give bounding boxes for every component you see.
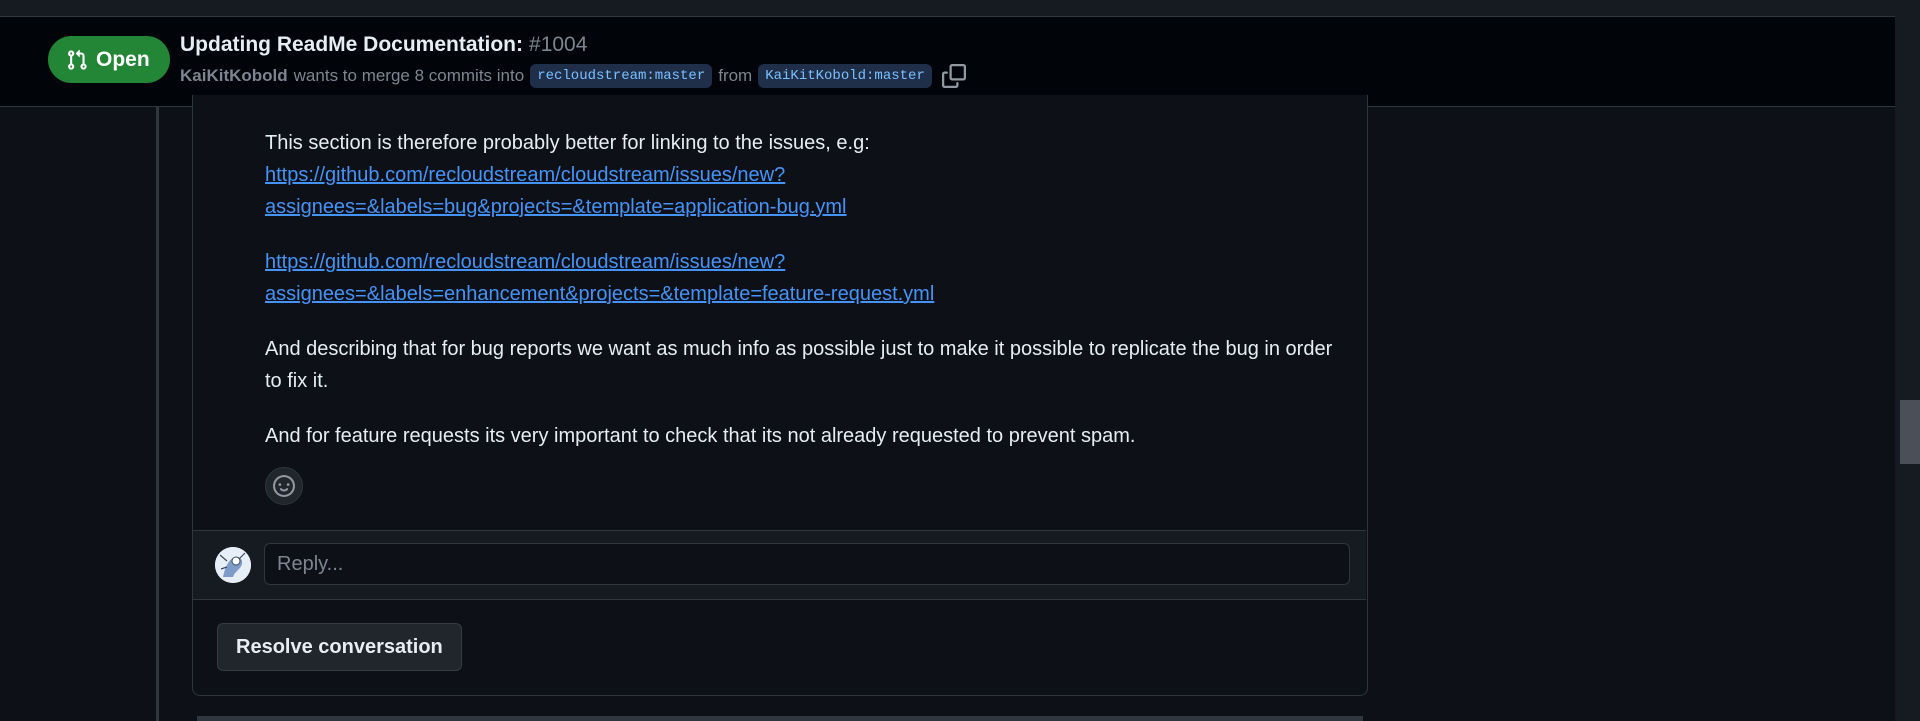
- pr-title-text: Updating ReadMe Documentation:: [180, 33, 524, 56]
- merge-text: wants to merge 8 commits into: [293, 66, 525, 85]
- page-scrollbar[interactable]: [1895, 0, 1920, 721]
- comment-body: This section is therefore probably bette…: [265, 127, 1345, 475]
- timeline-line: [156, 107, 159, 721]
- scrollbar-thumb[interactable]: [1900, 400, 1920, 464]
- reply-bar: [193, 530, 1366, 600]
- pr-author-link[interactable]: KaiKitKobold: [180, 66, 288, 86]
- pr-state-label: Open: [96, 47, 150, 71]
- next-thread-border: [197, 716, 1363, 721]
- head-branch[interactable]: KaiKitKobold:master: [758, 64, 932, 88]
- copy-icon[interactable]: [941, 64, 966, 88]
- reply-input[interactable]: [264, 543, 1350, 585]
- pr-title: Updating ReadMe Documentation: #1004: [180, 33, 587, 57]
- pr-number: #1004: [529, 33, 588, 56]
- comment-paragraph: https://github.com/recloudstream/cloudst…: [265, 246, 1345, 310]
- resolve-conversation-button[interactable]: Resolve conversation: [217, 623, 462, 671]
- avatar-image: [215, 547, 251, 583]
- pr-merge-info: KaiKitKobold wants to merge 8 commits in…: [180, 64, 966, 88]
- comment-text: This section is therefore probably bette…: [265, 132, 870, 154]
- pr-state-badge: Open: [48, 36, 170, 83]
- pr-sticky-header: Open Updating ReadMe Documentation: #1004…: [0, 17, 1895, 107]
- bug-report-link[interactable]: https://github.com/recloudstream/cloudst…: [265, 164, 846, 218]
- from-text: from: [718, 66, 753, 85]
- base-branch[interactable]: recloudstream:master: [530, 64, 713, 88]
- avatar: [215, 547, 251, 583]
- add-reaction-button[interactable]: [265, 467, 303, 505]
- comment-paragraph: And for feature requests its very import…: [265, 425, 1136, 447]
- smiley-icon: [273, 475, 295, 497]
- browser-top-strip: [0, 0, 1895, 17]
- feature-request-link[interactable]: https://github.com/recloudstream/cloudst…: [265, 251, 934, 305]
- git-pull-request-icon: [68, 49, 87, 70]
- comment-paragraph: And describing that for bug reports we w…: [265, 338, 1333, 392]
- comment-paragraph: This section is therefore probably bette…: [265, 127, 1345, 223]
